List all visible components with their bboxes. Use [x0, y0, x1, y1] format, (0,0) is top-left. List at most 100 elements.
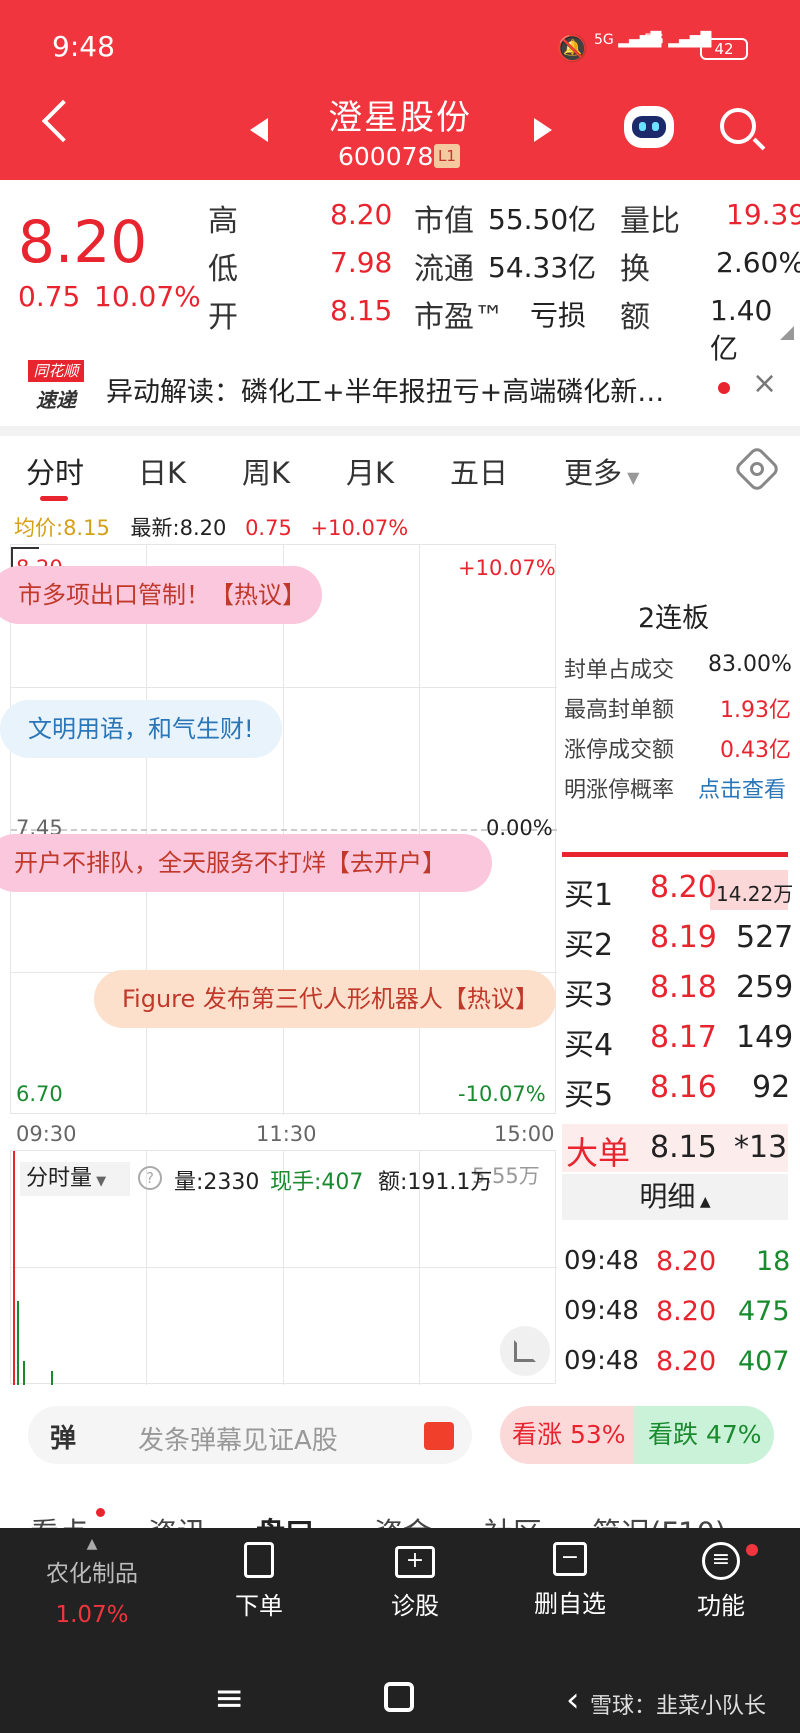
watermark: 雪球：韭菜小队长 — [590, 1694, 767, 1719]
tab-monthly-k[interactable]: 月K — [346, 450, 394, 492]
danmu-icon[interactable]: 弹 — [50, 1418, 76, 1455]
volume-indicator-select[interactable]: 分时量 ▼ — [20, 1162, 130, 1196]
sector-item[interactable]: ▲ 农化制品 1.07% — [20, 1528, 164, 1638]
bid-label: 买5 — [564, 1078, 614, 1113]
tab-daily-k[interactable]: 日K — [138, 450, 186, 492]
detail-label: 明细 — [639, 1180, 696, 1213]
big-order-row[interactable]: 大单 8.15 *13 — [562, 1124, 788, 1172]
volume-bar — [17, 1301, 19, 1385]
bid-label: 买3 — [564, 978, 614, 1013]
bid-price: 8.20 — [650, 870, 717, 905]
danmu-bubble[interactable]: 市多项出口管制！【热议】 — [0, 566, 322, 624]
limit-prob-label: 明涨停概率 — [564, 778, 675, 803]
chevron-down-icon: ▼ — [92, 1174, 107, 1189]
bid-price: 8.18 — [650, 970, 717, 1005]
tab-five-day[interactable]: 五日 — [450, 450, 508, 492]
limit-up-title: 2连板 — [638, 603, 710, 634]
order-button[interactable]: 下单 — [214, 1542, 304, 1621]
expand-corner-icon[interactable] — [780, 326, 794, 340]
latest-price-label: 最新:8.20 — [130, 516, 227, 540]
bid-volume: 259 — [736, 970, 794, 1005]
trade-volume: 407 — [738, 1346, 790, 1377]
big-order-volume: *13 — [734, 1130, 788, 1165]
search-icon[interactable] — [720, 108, 756, 144]
danmu-bubble[interactable]: Figure 发布第三代人形机器人【热议】 — [94, 970, 556, 1028]
trade-time: 09:48 — [564, 1346, 639, 1376]
limit-prob-link[interactable]: 点击查看 — [698, 772, 786, 804]
app-header: 9:48 🔕 5G ▂▄▆█ 5G ▂▄▆█ 42 澄星股份 600078 L1 — [0, 0, 800, 180]
diagnose-label: 诊股 — [391, 1592, 439, 1620]
status-time: 9:48 — [52, 30, 115, 63]
pe-label: 市盈™ — [414, 300, 504, 335]
bid-volume: 527 — [736, 920, 794, 955]
system-back-icon[interactable]: ‹ — [566, 1680, 580, 1720]
chart-change: 0.75 — [245, 516, 292, 540]
low-label: 低 — [208, 252, 238, 287]
news-bar[interactable]: 同花顺 速递 异动解读：磷化工+半年报扭亏+高端磷化新… × — [0, 352, 800, 422]
float-cap-value: 54.33亿 — [488, 251, 597, 284]
tab-weekly-k[interactable]: 周K — [242, 450, 290, 492]
mute-icon: 🔕 — [556, 34, 589, 64]
gift-icon[interactable] — [424, 1422, 454, 1450]
sentiment-vote: 看涨 53% 看跌 47% — [500, 1406, 774, 1464]
notification-dot — [746, 1544, 758, 1556]
danmu-input[interactable]: 弹 发条弹幕见证A股 — [28, 1406, 472, 1464]
vote-up-button[interactable]: 看涨 53% — [500, 1406, 638, 1464]
search-icon-handle — [752, 137, 766, 151]
volume-amount: 量:2330 — [174, 1170, 260, 1195]
low-value: 7.98 — [330, 246, 393, 279]
fullscreen-button[interactable] — [500, 1326, 550, 1376]
remove-watchlist-button[interactable]: − 删自选 — [520, 1542, 620, 1619]
volume-indicator-label: 分时量 — [26, 1166, 93, 1191]
turnover-label: 换 — [620, 252, 650, 287]
next-stock-button[interactable] — [534, 118, 552, 142]
chevron-up-icon: ▲ — [86, 1536, 98, 1552]
remove-watchlist-label: 删自选 — [534, 1590, 606, 1618]
detail-toggle[interactable]: 明细 ▲ — [562, 1174, 788, 1220]
fullscreen-icon — [514, 1340, 536, 1362]
diagnose-button[interactable]: + 诊股 — [370, 1542, 460, 1621]
chart-legend: 均价:8.15 最新:8.20 0.75 +10.07% — [14, 512, 408, 542]
stock-name: 澄星股份 — [328, 98, 472, 138]
volume-ratio-value: 19.39 — [726, 198, 800, 231]
trade-price: 8.20 — [656, 1296, 717, 1327]
price-change-pct: 10.07% — [94, 280, 201, 313]
sector-name: 农化制品 — [46, 1561, 138, 1587]
chevron-up-icon: ▲ — [695, 1194, 711, 1210]
danmu-bubble[interactable]: 开户不排队，全天服务不打烊【去开户】 — [0, 834, 492, 892]
sub-tab-orderbook[interactable]: 盘口 — [256, 1510, 314, 1528]
volume-bar — [23, 1361, 25, 1385]
tab-intraday[interactable]: 分时 — [26, 450, 84, 492]
system-menu-icon[interactable]: ≡ — [214, 1678, 244, 1719]
seal-ratio-value: 83.00% — [708, 652, 792, 677]
close-icon[interactable]: × — [752, 366, 777, 401]
sub-tab-funds[interactable]: 资金 — [374, 1510, 432, 1528]
float-cap-label: 流通 — [414, 252, 474, 287]
robot-assistant-icon[interactable] — [624, 106, 674, 148]
sub-tab-highlights[interactable]: 看点 — [30, 1510, 88, 1528]
system-home-icon[interactable] — [384, 1682, 414, 1712]
bid-price: 8.16 — [650, 1070, 717, 1105]
trade-volume: 475 — [738, 1296, 790, 1327]
volume-bar — [51, 1371, 53, 1385]
sub-tab-news[interactable]: 资讯 — [148, 1510, 206, 1528]
bid-label: 买2 — [564, 928, 614, 963]
time-label-noon: 11:30 — [256, 1122, 317, 1146]
sub-tab-f10[interactable]: 简况(F10) — [592, 1510, 726, 1528]
max-seal-label: 最高封单额 — [564, 698, 675, 723]
intraday-chart[interactable] — [10, 544, 557, 1115]
help-icon[interactable]: ? — [138, 1166, 162, 1190]
market-cap-label: 市值 — [414, 204, 474, 239]
document-icon — [244, 1542, 274, 1578]
danmu-bubble[interactable]: 文明用语，和气生财! — [0, 700, 282, 758]
vote-down-button[interactable]: 看跌 47% — [634, 1406, 774, 1464]
tab-more[interactable]: 更多 ▼ — [564, 450, 639, 492]
bid-volume: 14.22万 — [716, 882, 794, 906]
sub-tab-community[interactable]: 社区 — [484, 1510, 542, 1528]
volume-ratio-label: 量比 — [620, 204, 680, 239]
chart-low-pct: -10.07% — [458, 1082, 546, 1106]
price-change: 0.75 — [18, 280, 81, 313]
bid-volume: 149 — [736, 1020, 794, 1055]
ths-logo: 同花顺 速递 — [28, 360, 84, 412]
big-order-label: 大单 — [566, 1134, 631, 1172]
